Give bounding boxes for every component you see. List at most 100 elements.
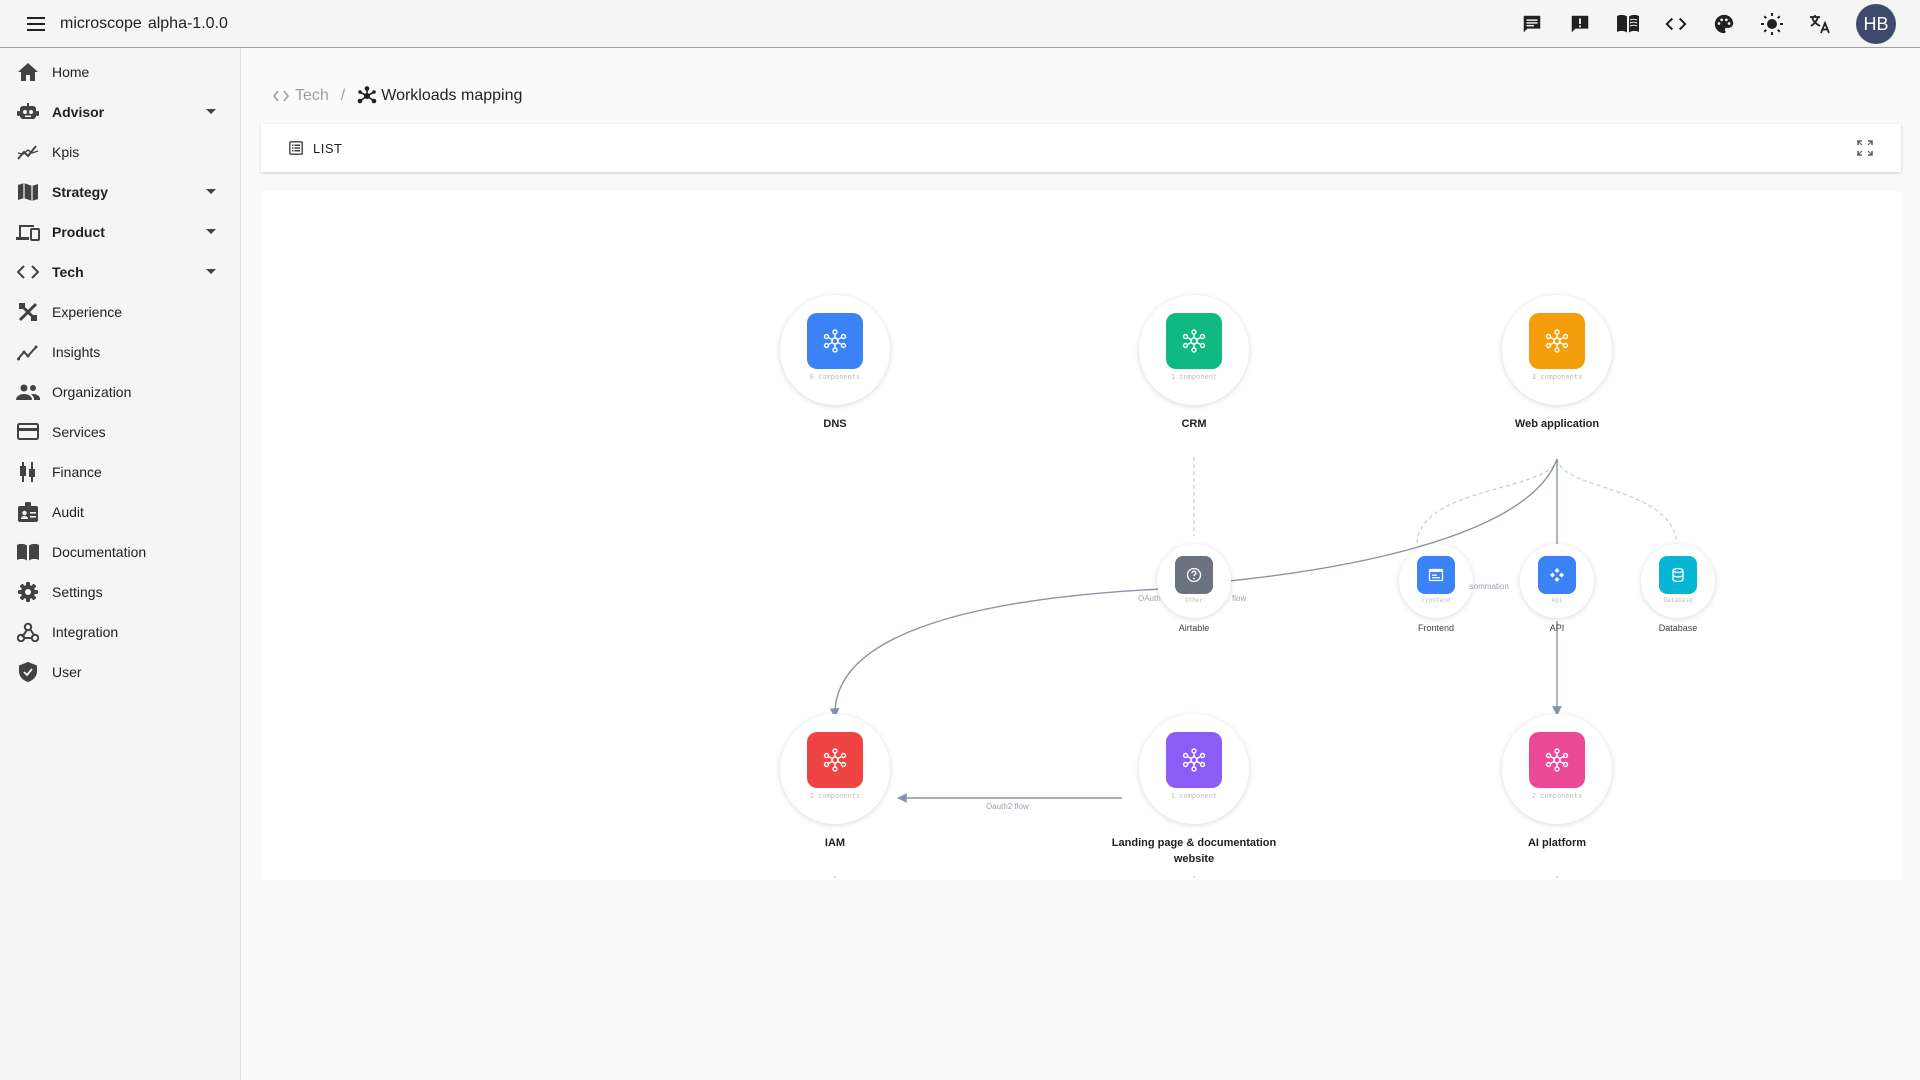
workload-label: IAM bbox=[824, 837, 846, 849]
workload-component-count: 2 components bbox=[809, 792, 861, 800]
component-icon-tile bbox=[1417, 556, 1455, 594]
component-node-airtable[interactable]: Other bbox=[1157, 544, 1231, 618]
workload-label: DNS bbox=[823, 418, 847, 430]
workload-icon-tile bbox=[807, 313, 863, 369]
workload-label: CRM bbox=[1181, 418, 1207, 430]
chart-line-icon bbox=[16, 140, 40, 164]
breadcrumb-tech-label: Tech bbox=[295, 87, 329, 104]
map-icon bbox=[16, 180, 40, 204]
sidebar-item-product[interactable]: Product bbox=[0, 212, 240, 252]
sidebar-item-label: Advisor bbox=[52, 104, 105, 120]
hub-icon bbox=[1545, 748, 1569, 772]
top-app-bar: microscope alpha-1.0.0 HB bbox=[0, 0, 1920, 48]
sidebar-item-kpis[interactable]: Kpis bbox=[0, 132, 240, 172]
sidebar-item-advisor[interactable]: Advisor bbox=[0, 92, 240, 132]
hub-icon bbox=[823, 748, 847, 772]
component-label: Airtable bbox=[1178, 623, 1210, 633]
workload-label: Web application bbox=[1514, 418, 1600, 430]
card-icon bbox=[16, 420, 40, 444]
component-node-api[interactable]: Api bbox=[1520, 544, 1594, 618]
edge-airtable-iam bbox=[829, 588, 1162, 718]
edge-label-oauth2-flow: Oauth2 flow bbox=[986, 802, 1029, 811]
code-icon bbox=[16, 260, 40, 284]
sidebar-item-integration[interactable]: Integration bbox=[0, 612, 240, 652]
sidebar-item-finance[interactable]: Finance bbox=[0, 452, 240, 492]
api-icon bbox=[1550, 568, 1564, 582]
component-node-frontend[interactable]: Frontend bbox=[1399, 544, 1473, 618]
sidebar-item-user[interactable]: User bbox=[0, 652, 240, 692]
list-icon bbox=[289, 141, 303, 155]
sidebar-item-label: Finance bbox=[52, 464, 102, 480]
sidebar-item-label: Documentation bbox=[52, 544, 147, 560]
insights-icon bbox=[16, 340, 40, 364]
sidebar-item-label: Home bbox=[52, 64, 90, 80]
list-view-label: LIST bbox=[313, 140, 343, 156]
chat-icon[interactable] bbox=[1508, 0, 1556, 48]
workload-node-iam[interactable]: 2 components bbox=[780, 714, 890, 824]
component-type: Database bbox=[1663, 597, 1693, 604]
palette-icon[interactable] bbox=[1700, 0, 1748, 48]
workloads-graph-canvas[interactable]: 0 components DNS 1 component CRM 3 compo… bbox=[261, 191, 1901, 880]
page-title: Workloads mapping bbox=[357, 86, 522, 106]
workload-node-dns[interactable]: 0 components bbox=[780, 295, 890, 405]
sidebar-item-audit[interactable]: Audit bbox=[0, 492, 240, 532]
avatar[interactable]: HB bbox=[1856, 4, 1896, 44]
brightness-icon[interactable] bbox=[1748, 0, 1796, 48]
code-icon bbox=[273, 90, 289, 102]
translate-icon[interactable] bbox=[1796, 0, 1844, 48]
sidebar-item-label: Strategy bbox=[52, 184, 109, 200]
edge-web-frontend bbox=[1416, 458, 1558, 544]
expand-arrow-icon[interactable] bbox=[206, 229, 216, 234]
top-actions: HB bbox=[1508, 0, 1920, 48]
workload-icon-tile bbox=[807, 732, 863, 788]
breadcrumb-tech[interactable]: Tech bbox=[273, 87, 329, 105]
documentation-book-icon[interactable] bbox=[1604, 0, 1652, 48]
expand-arrow-icon[interactable] bbox=[206, 189, 216, 194]
sidebar-item-insights[interactable]: Insights bbox=[0, 332, 240, 372]
home-icon bbox=[16, 60, 40, 84]
main-content: Tech / Workloads mapping LIST 0 componen… bbox=[241, 48, 1920, 1080]
sidebar-item-organization[interactable]: Organization bbox=[0, 372, 240, 412]
workload-node-ai-platform[interactable]: 2 components bbox=[1502, 714, 1612, 824]
workload-label: Landing page & documentation website bbox=[1111, 837, 1277, 865]
browser-window-icon bbox=[1428, 568, 1444, 582]
expand-arrow-icon[interactable] bbox=[206, 269, 216, 274]
sidebar-item-documentation[interactable]: Documentation bbox=[0, 532, 240, 572]
workload-node-web-application[interactable]: 3 components bbox=[1502, 295, 1612, 405]
workload-label: AI platform bbox=[1527, 837, 1587, 849]
sidebar-item-experience[interactable]: Experience bbox=[0, 292, 240, 332]
menu-icon[interactable] bbox=[24, 12, 48, 36]
sidebar-item-strategy[interactable]: Strategy bbox=[0, 172, 240, 212]
expand-arrow-icon[interactable] bbox=[206, 109, 216, 114]
sidebar-item-label: Tech bbox=[52, 264, 84, 280]
workload-component-count: 0 components bbox=[809, 373, 861, 381]
workload-icon-tile bbox=[1529, 732, 1585, 788]
workload-icon-tile bbox=[1529, 313, 1585, 369]
graph-edges bbox=[829, 457, 1678, 880]
component-type: Frontend bbox=[1421, 597, 1451, 604]
code-icon[interactable] bbox=[1652, 0, 1700, 48]
component-icon-tile bbox=[1659, 556, 1697, 594]
sidebar-item-services[interactable]: Services bbox=[0, 412, 240, 452]
sidebar-item-settings[interactable]: Settings bbox=[0, 572, 240, 612]
sidebar-item-label: Experience bbox=[52, 304, 123, 320]
sidebar-item-label: Integration bbox=[52, 624, 119, 640]
app-version: alpha-1.0.0 bbox=[147, 14, 228, 32]
list-view-button[interactable]: LIST bbox=[289, 141, 342, 156]
sidebar-item-home[interactable]: Home bbox=[0, 52, 240, 92]
help-circle-icon bbox=[1186, 567, 1202, 583]
workload-component-count: 2 components bbox=[1531, 792, 1583, 800]
component-icon-tile bbox=[1538, 556, 1576, 594]
feedback-icon[interactable] bbox=[1556, 0, 1604, 48]
workload-node-crm[interactable]: 1 component bbox=[1139, 295, 1249, 405]
sidebar-item-label: Organization bbox=[52, 384, 132, 400]
sidebar-item-label: Kpis bbox=[52, 144, 80, 160]
devices-icon bbox=[16, 220, 40, 244]
workload-node-landing-page[interactable]: 1 component bbox=[1139, 714, 1249, 824]
app-title: microscope alpha-1.0.0 bbox=[60, 15, 228, 33]
fullscreen-icon[interactable] bbox=[1853, 136, 1877, 160]
sidebar-item-tech[interactable]: Tech bbox=[0, 252, 240, 292]
component-node-database[interactable]: Database bbox=[1641, 544, 1715, 618]
workload-component-count: 1 component bbox=[1170, 792, 1218, 800]
sidebar-item-label: Product bbox=[52, 224, 105, 240]
